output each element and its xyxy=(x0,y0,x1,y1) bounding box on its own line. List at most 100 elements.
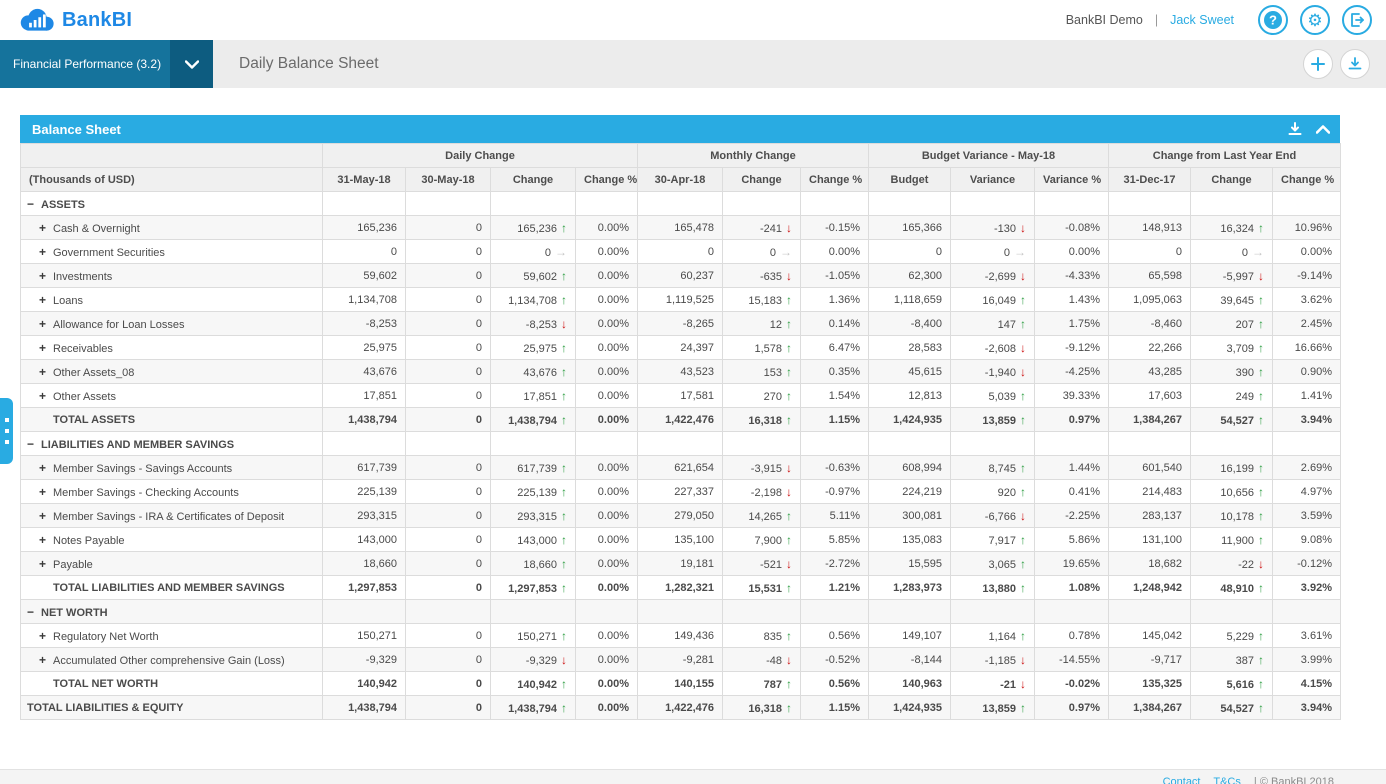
row-label: Member Savings - Checking Accounts xyxy=(53,487,239,499)
settings-button[interactable]: ⚙ xyxy=(1300,5,1330,35)
value-cell: 2.45% xyxy=(1273,312,1341,336)
value-cell: 149,107 xyxy=(869,624,951,648)
expand-row-icon[interactable]: + xyxy=(39,653,53,667)
value-cell xyxy=(491,432,576,456)
collapse-row-icon[interactable]: − xyxy=(27,605,41,619)
table-row: TOTAL ASSETS 1,438,79401,438,794↑0.00%1,… xyxy=(21,408,1341,432)
value-cell: 0 xyxy=(406,384,491,408)
balance-sheet-panel: Balance Sheet Daily ChangeMonthly C xyxy=(20,115,1340,720)
expand-row-icon[interactable]: + xyxy=(39,341,53,355)
table-row: +Member Savings - IRA & Certificates of … xyxy=(21,504,1341,528)
change-cell: 16,199↑ xyxy=(1191,456,1273,480)
trend-up-icon: ↑ xyxy=(1258,629,1264,643)
value-cell xyxy=(323,192,406,216)
balance-sheet-table: Daily ChangeMonthly ChangeBudget Varianc… xyxy=(20,143,1341,720)
value-cell xyxy=(576,600,638,624)
trend-up-icon: ↑ xyxy=(1258,653,1264,667)
add-report-button[interactable] xyxy=(1303,49,1333,79)
logout-button[interactable] xyxy=(1342,5,1372,35)
trend-up-icon: ↑ xyxy=(786,509,792,523)
tcs-link[interactable]: T&Cs xyxy=(1213,776,1241,784)
change-cell: -635↓ xyxy=(723,264,801,288)
expand-row-icon[interactable]: + xyxy=(39,365,53,379)
value-cell: 150,271 xyxy=(323,624,406,648)
value-cell: 0 xyxy=(406,528,491,552)
expand-row-icon[interactable]: + xyxy=(39,389,53,403)
collapse-row-icon[interactable]: − xyxy=(27,437,41,451)
value-cell: 0 xyxy=(869,240,951,264)
value-cell: 135,083 xyxy=(869,528,951,552)
expand-row-icon[interactable]: + xyxy=(39,317,53,331)
collapse-row-icon[interactable]: − xyxy=(27,197,41,211)
expand-row-icon[interactable]: + xyxy=(39,269,53,283)
row-label: Payable xyxy=(53,559,93,571)
value-cell: 0 xyxy=(406,408,491,432)
download-page-button[interactable] xyxy=(1340,49,1370,79)
value-cell: 17,603 xyxy=(1109,384,1191,408)
value-cell: 19,181 xyxy=(638,552,723,576)
trend-up-icon: ↑ xyxy=(561,413,567,427)
trend-down-icon: ↓ xyxy=(1020,653,1026,667)
trend-down-icon: ↓ xyxy=(1020,269,1026,283)
value-cell: 0 xyxy=(406,240,491,264)
value-cell: -8,144 xyxy=(869,648,951,672)
expand-row-icon[interactable]: + xyxy=(39,533,53,547)
value-cell: -1.05% xyxy=(801,264,869,288)
row-label: Member Savings - IRA & Certificates of D… xyxy=(53,511,284,523)
value-cell: 65,598 xyxy=(1109,264,1191,288)
value-cell: 43,676 xyxy=(323,360,406,384)
expand-row-icon[interactable]: + xyxy=(39,509,53,523)
expand-row-icon[interactable]: + xyxy=(39,293,53,307)
change-cell: 43,676↑ xyxy=(491,360,576,384)
trend-down-icon: ↓ xyxy=(786,269,792,283)
side-panel-handle[interactable] xyxy=(0,398,13,464)
value-cell: 1.36% xyxy=(801,288,869,312)
help-button[interactable]: ? xyxy=(1258,5,1288,35)
value-cell: 1,119,525 xyxy=(638,288,723,312)
trend-down-icon: ↓ xyxy=(1020,221,1026,235)
change-cell: 12↑ xyxy=(723,312,801,336)
trend-up-icon: ↑ xyxy=(786,581,792,595)
account-name: BankBI Demo xyxy=(1066,13,1143,27)
value-cell: 0 xyxy=(406,648,491,672)
expand-row-icon[interactable]: + xyxy=(39,461,53,475)
change-cell: -2,608↓ xyxy=(951,336,1035,360)
dashboard-dropdown[interactable]: Financial Performance (3.2) xyxy=(0,40,213,88)
trend-up-icon: ↑ xyxy=(561,533,567,547)
expand-row-icon[interactable]: + xyxy=(39,557,53,571)
trend-down-icon: ↓ xyxy=(1258,269,1264,283)
change-cell: 59,602↑ xyxy=(491,264,576,288)
change-cell: 54,527↑ xyxy=(1191,408,1273,432)
value-cell xyxy=(1191,600,1273,624)
value-cell xyxy=(951,600,1035,624)
value-cell: 1,422,476 xyxy=(638,696,723,720)
expand-row-icon[interactable]: + xyxy=(39,485,53,499)
user-link[interactable]: Jack Sweet xyxy=(1170,13,1234,27)
value-cell xyxy=(491,600,576,624)
value-cell: 0 xyxy=(406,288,491,312)
value-cell: 0.00% xyxy=(576,552,638,576)
trend-up-icon: ↑ xyxy=(561,293,567,307)
value-cell: 4.15% xyxy=(1273,672,1341,696)
download-icon xyxy=(1288,122,1302,136)
value-cell: 0.00% xyxy=(576,312,638,336)
row-label-cell: +Accumulated Other comprehensive Gain (L… xyxy=(21,648,323,672)
expand-row-icon[interactable]: + xyxy=(39,245,53,259)
download-panel-button[interactable] xyxy=(1288,122,1302,136)
trend-up-icon: ↑ xyxy=(1020,317,1026,331)
value-cell: 1,424,935 xyxy=(869,408,951,432)
expand-row-icon[interactable]: + xyxy=(39,221,53,235)
value-cell xyxy=(1035,432,1109,456)
value-cell: 59,602 xyxy=(323,264,406,288)
value-cell: 131,100 xyxy=(1109,528,1191,552)
add-icon xyxy=(1311,57,1325,71)
collapse-panel-button[interactable] xyxy=(1316,125,1330,134)
contact-link[interactable]: Contact xyxy=(1163,776,1201,784)
change-cell: -241↓ xyxy=(723,216,801,240)
expand-row-icon[interactable]: + xyxy=(39,629,53,643)
value-cell: 0 xyxy=(406,456,491,480)
value-cell: 0 xyxy=(406,480,491,504)
group-header-cell: Daily Change xyxy=(323,144,638,168)
value-cell: 1,282,321 xyxy=(638,576,723,600)
row-label-cell: +Payable xyxy=(21,552,323,576)
